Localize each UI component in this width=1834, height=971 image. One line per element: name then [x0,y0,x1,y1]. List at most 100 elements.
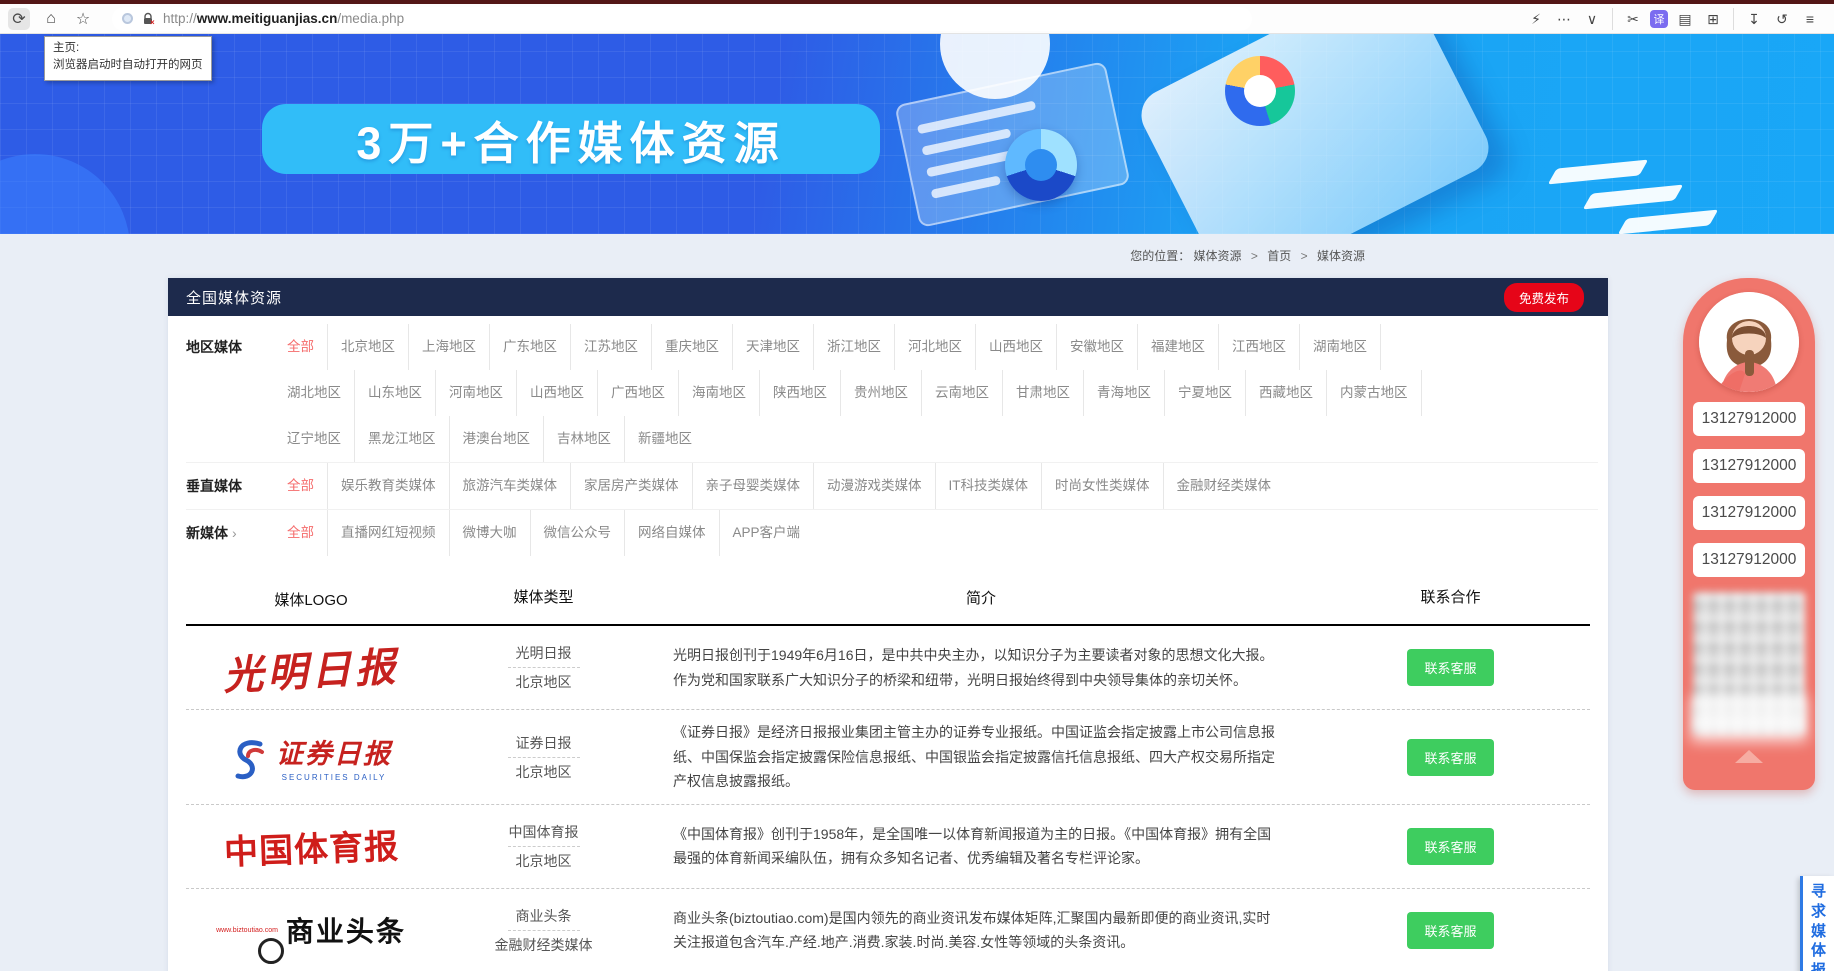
screenshot-scissors-icon[interactable]: ✂ [1622,8,1644,30]
filter-option[interactable]: 亲子母婴类媒体 [693,463,815,509]
filter-option[interactable]: 贵州地区 [841,370,922,416]
filter-option[interactable]: 江苏地区 [571,324,652,370]
media-type-region: 北京地区 [516,672,572,692]
filter-options: 全部娱乐教育类媒体旅游汽车类媒体家居房产类媒体亲子母婴类媒体动漫游戏类媒体IT科… [274,463,1454,509]
filter-option[interactable]: APP客户端 [720,510,814,556]
svg-text:×: × [150,18,155,26]
seek-media-coverage-char: 求 [1811,902,1826,922]
filter-option[interactable]: 重庆地区 [652,324,733,370]
filter-option[interactable]: 湖南地区 [1300,324,1381,370]
breadcrumb-link-media[interactable]: 媒体资源 [1194,249,1242,263]
filter-option[interactable]: 河北地区 [895,324,976,370]
media-type-region: 北京地区 [516,762,572,782]
phone-number: 13127912000 [1693,402,1805,436]
filter-option[interactable]: 云南地区 [922,370,1003,416]
more-options-icon[interactable]: ⋯ [1553,8,1575,30]
filter-option[interactable]: 海南地区 [679,370,760,416]
donut-chart-illustration [1005,129,1077,201]
apps-grid-icon[interactable]: ⊞ [1702,8,1724,30]
reading-mode-icon[interactable]: ▤ [1674,8,1696,30]
filter-option[interactable]: 广西地区 [598,370,679,416]
favorites-icon[interactable]: ☆ [72,8,94,30]
filter-option[interactable]: 辽宁地区 [274,416,355,462]
filter-option[interactable]: 微博大咖 [450,510,531,556]
filter-option[interactable]: 直播网红短视频 [328,510,450,556]
filter-option[interactable]: 江西地区 [1219,324,1300,370]
filter-option[interactable]: 山东地区 [355,370,436,416]
lightning-icon[interactable]: ⚡ [1525,8,1547,30]
phone-number: 13127912000 [1693,449,1805,483]
filter-option[interactable]: 西藏地区 [1246,370,1327,416]
filter-option[interactable]: 宁夏地区 [1165,370,1246,416]
filter-option[interactable]: 网络自媒体 [625,510,720,556]
filter-option[interactable]: 新疆地区 [625,416,705,462]
banner-headline: 3万+合作媒体资源 [356,107,785,172]
filter-option[interactable]: 陕西地区 [760,370,841,416]
url-text[interactable]: http://www.meitiguanjias.cn/media.php [163,11,404,26]
type-divider [508,757,580,758]
filter-option[interactable]: 家居房产类媒体 [571,463,693,509]
free-publish-button[interactable]: 免费发布 [1504,283,1584,312]
filter-option[interactable]: 吉林地区 [544,416,625,462]
filter-group-label: 地区媒体 [186,324,274,370]
contact-service-button[interactable]: 联系客服 [1407,912,1493,949]
header-media-type: 媒体类型 [436,574,651,624]
download-icon[interactable]: ↧ [1743,8,1765,30]
filter-option[interactable]: 安徽地区 [1057,324,1138,370]
filter-option[interactable]: 黑龙江地区 [355,416,450,462]
filter-option[interactable]: 青海地区 [1084,370,1165,416]
contact-service-button[interactable]: 联系客服 [1407,828,1493,865]
seek-media-coverage-tab[interactable]: 寻求媒体报道 [1800,876,1834,971]
media-type-name: 商业头条 [516,906,572,926]
address-bar[interactable]: × http://www.meitiguanjias.cn/media.php [112,7,1252,31]
reload-icon[interactable]: ⟳ [8,8,30,30]
filter-option[interactable]: 全部 [274,324,328,370]
filter-option[interactable]: 全部 [274,463,328,509]
media-type-name: 中国体育报 [509,822,579,842]
filter-options: 全部直播网红短视频微博大咖微信公众号网络自媒体APP客户端 [274,510,1454,556]
filter-option[interactable]: 河南地区 [436,370,517,416]
media-type-region: 北京地区 [516,851,572,871]
back-to-top-arrow-icon[interactable] [1735,750,1763,763]
panel-title: 全国媒体资源 [186,287,282,308]
translate-icon[interactable]: 译 [1650,10,1668,28]
filter-option[interactable]: 港澳台地区 [450,416,545,462]
filter-option[interactable]: 动漫游戏类媒体 [814,463,936,509]
filter-option[interactable]: IT科技类媒体 [936,463,1043,509]
securities-daily-logo: 证券日报 SECURITIES DAILY [230,732,392,782]
filter-option[interactable]: 广东地区 [490,324,571,370]
pie-chart-illustration [1225,56,1295,126]
filter-option[interactable]: 内蒙古地区 [1327,370,1422,416]
filter-option[interactable]: 山西地区 [976,324,1057,370]
expand-toolbar-icon[interactable]: ∨ [1581,8,1603,30]
breadcrumb-link-home[interactable]: 首页 [1267,249,1291,263]
filter-option[interactable]: 全部 [274,510,328,556]
filter-option[interactable]: 甘肃地区 [1003,370,1084,416]
insecure-lock-icon[interactable]: × [141,12,155,26]
phone-number: 13127912000 [1693,496,1805,530]
filter-option[interactable]: 金融财经类媒体 [1164,463,1285,509]
toolbar-right-icons: ⚡ ⋯ ∨ ✂ 译 ▤ ⊞ ↧ ↺ ≡ [1516,4,1830,34]
filter-option[interactable]: 微信公众号 [531,510,626,556]
filter-option[interactable]: 北京地区 [328,324,409,370]
menu-icon[interactable]: ≡ [1799,8,1821,30]
filter-option[interactable]: 旅游汽车类媒体 [450,463,572,509]
home-icon[interactable]: ⌂ [40,8,62,30]
filter-option[interactable]: 娱乐教育类媒体 [328,463,450,509]
filter-group-label: 垂直媒体 [186,463,274,509]
filter-option[interactable]: 浙江地区 [814,324,895,370]
toolbar-group: ✂ 译 ▤ ⊞ [1612,8,1733,30]
filter-option[interactable]: 湖北地区 [274,370,355,416]
filter-option[interactable]: 上海地区 [409,324,490,370]
contact-service-button[interactable]: 联系客服 [1407,739,1493,776]
browser-toolbar: ⟳ ⌂ ☆ × http://www.meitiguanjias.cn/media.… [0,4,1834,34]
site-info-icon[interactable] [122,13,133,24]
undo-history-icon[interactable]: ↺ [1771,8,1793,30]
filter-option[interactable]: 天津地区 [733,324,814,370]
filter-option[interactable]: 时尚女性类媒体 [1042,463,1164,509]
contact-service-button[interactable]: 联系客服 [1407,649,1493,686]
filter-option[interactable]: 山西地区 [517,370,598,416]
header-contact: 联系合作 [1311,574,1590,624]
media-logo-cell: www.biztoutiao.com 商业头条 [186,910,436,950]
filter-option[interactable]: 福建地区 [1138,324,1219,370]
